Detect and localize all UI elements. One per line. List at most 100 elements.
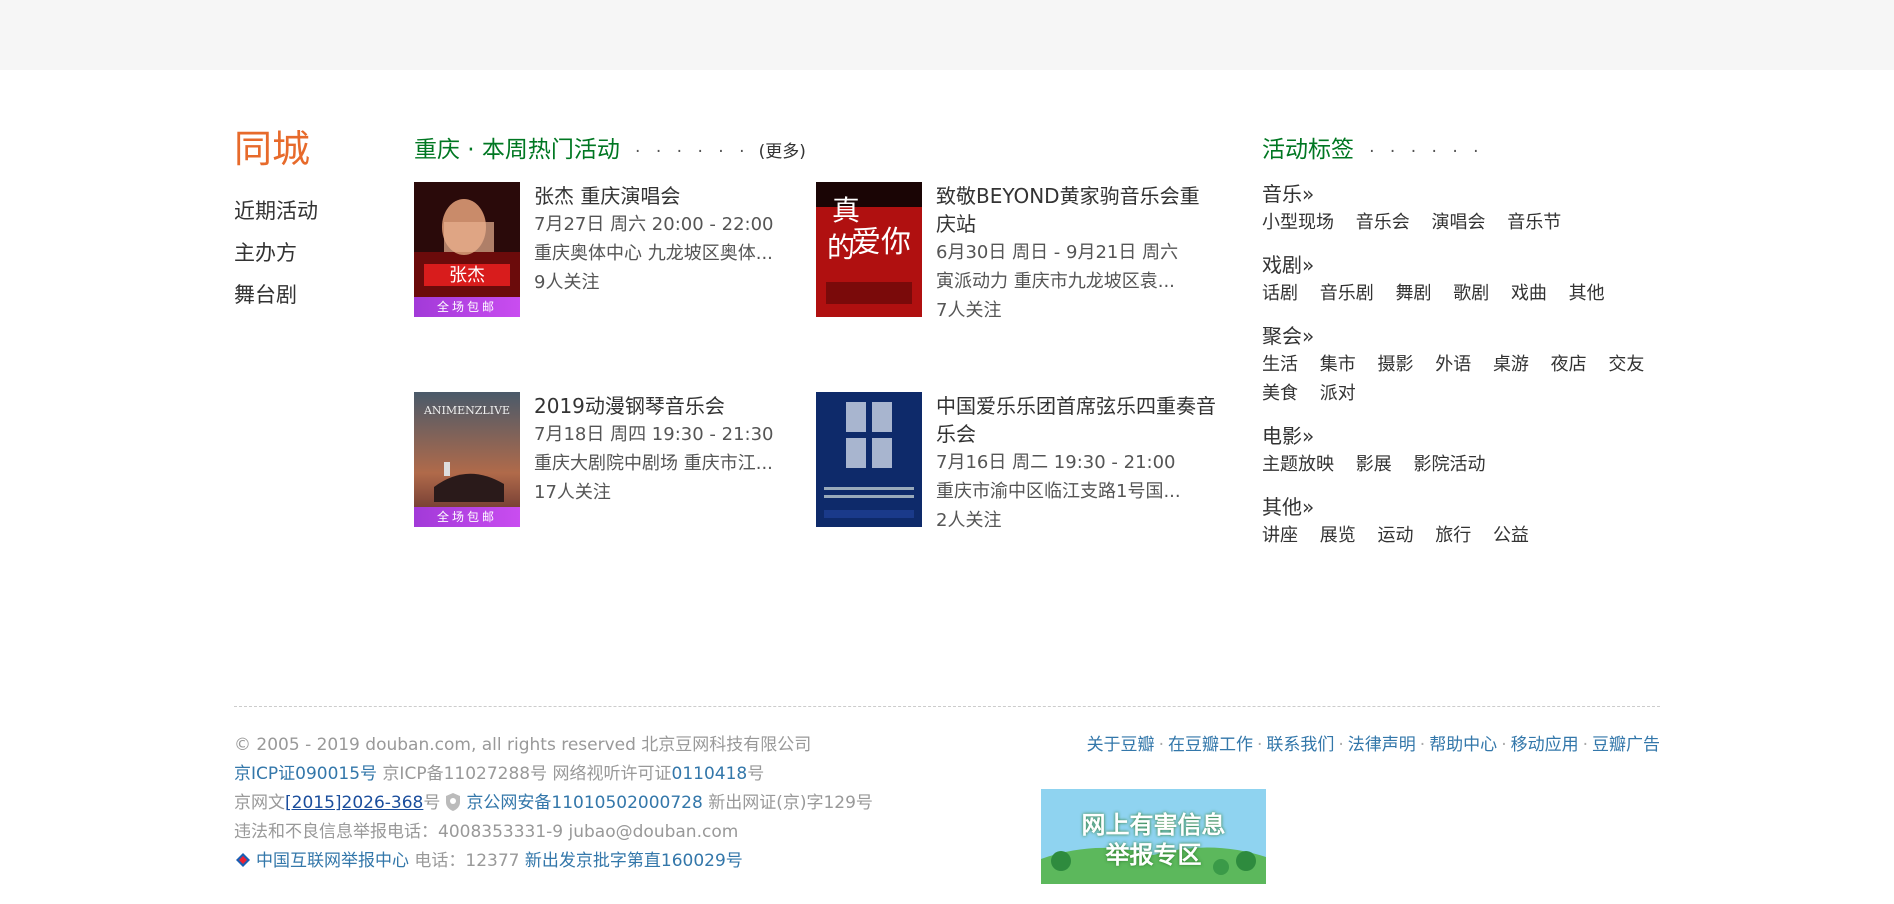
tag-link[interactable]: 夜店: [1551, 354, 1587, 375]
event-poster[interactable]: 张杰 全场包邮: [414, 182, 520, 317]
tag-group-title[interactable]: 聚会»: [1262, 322, 1662, 350]
tag-link[interactable]: 摄影: [1377, 354, 1413, 375]
event-location: 重庆市渝中区临江支路1号国...: [936, 481, 1181, 502]
tag-link[interactable]: 运动: [1377, 525, 1413, 546]
side-nav: 近期活动 主办方 舞台剧: [234, 190, 318, 316]
free-shipping-badge: 全场包邮: [414, 507, 520, 527]
center-phone: 电话：12377: [409, 851, 525, 871]
more-wrapper: (更多): [759, 142, 806, 162]
event-poster[interactable]: [816, 392, 922, 527]
jobs-link[interactable]: 在豆瓣工作: [1168, 735, 1253, 755]
event-info: 张杰 重庆演唱会 7月27日 周六 20:00 - 22:00 重庆奥体中心 九…: [534, 182, 814, 297]
tag-group-title[interactable]: 音乐»: [1262, 180, 1662, 208]
main-content: 同城 近期活动 主办方 舞台剧 重庆 · 本周热门活动 · · · · · · …: [234, 120, 1660, 640]
event-followers: 7人关注: [936, 300, 1002, 321]
event-time: 7月16日 周二 19:30 - 21:00: [936, 452, 1176, 473]
tag-list: 主题放映 影展 影院活动: [1262, 450, 1662, 479]
icp-text: 京ICP备11027288号 网络视听许可证: [377, 764, 672, 784]
about-link[interactable]: 关于豆瓣: [1087, 735, 1155, 755]
wen-prefix: 京网文: [234, 793, 285, 813]
tag-link[interactable]: 外语: [1435, 354, 1471, 375]
event-card: ANIMENZLIVE 全场包邮 2019动漫钢琴音乐会 7月18日 周四 19…: [414, 392, 814, 532]
tag-link[interactable]: 讲座: [1262, 525, 1298, 546]
event-location: 寅派动力 重庆市九龙坡区袁...: [936, 271, 1175, 292]
event-title[interactable]: 中国爱乐乐团首席弦乐四重奏音乐会: [936, 392, 1216, 448]
svg-text:真: 真: [832, 194, 860, 227]
wen-line: 京网文[2015]2026-368号 京公网安备11010502000728 新出…: [234, 789, 873, 818]
report-line: 违法和不良信息举报电话：4008353331-9 jubao@douban.co…: [234, 818, 873, 847]
police-badge-icon: [446, 793, 461, 811]
mobile-app-link[interactable]: 移动应用: [1511, 735, 1579, 755]
tag-group-drama: 戏剧» 话剧 音乐剧 舞剧 歌剧 戏曲 其他: [1262, 251, 1662, 308]
top-bar: [0, 0, 1894, 70]
nav-stage-drama[interactable]: 舞台剧: [234, 274, 318, 316]
icp-link[interactable]: 京ICP证090015号: [234, 764, 377, 784]
section-header: 重庆 · 本周热门活动 · · · · · · (更多): [414, 130, 806, 163]
poster-image: [816, 392, 922, 527]
tag-link[interactable]: 影展: [1356, 454, 1392, 475]
event-title[interactable]: 致敬BEYOND黄家驹音乐会重庆站: [936, 182, 1216, 238]
report-center-link[interactable]: 中国互联网举报中心: [256, 851, 409, 871]
police-link[interactable]: 京公网安备11010502000728: [466, 793, 702, 813]
xinchu2-link[interactable]: 新出发京批字第直160029号: [525, 851, 743, 871]
nav-recent-events[interactable]: 近期活动: [234, 190, 318, 232]
tag-link[interactable]: 歌剧: [1453, 283, 1489, 304]
svg-text:爱你: 爱你: [851, 225, 911, 260]
tag-list: 小型现场 音乐会 演唱会 音乐节: [1262, 208, 1662, 237]
tag-link[interactable]: 舞剧: [1395, 283, 1431, 304]
copyright: © 2005 - 2019 douban.com, all rights res…: [234, 735, 812, 755]
tag-link[interactable]: 其他: [1569, 283, 1605, 304]
tag-link[interactable]: 音乐剧: [1320, 283, 1374, 304]
tag-link[interactable]: 小型现场: [1262, 212, 1334, 233]
nav-organizers[interactable]: 主办方: [234, 232, 318, 274]
tag-link[interactable]: 音乐会: [1356, 212, 1410, 233]
harmful-info-report-banner[interactable]: 网上有害信息 举报专区: [1041, 789, 1266, 884]
footer-legal: © 2005 - 2019 douban.com, all rights res…: [234, 731, 873, 876]
separator: ·: [1338, 735, 1344, 755]
tag-link[interactable]: 话剧: [1262, 283, 1298, 304]
legal-link[interactable]: 法律声明: [1348, 735, 1416, 755]
title-dots: · · · · · ·: [1369, 142, 1484, 162]
tag-link[interactable]: 桌游: [1493, 354, 1529, 375]
tag-link[interactable]: 美食: [1262, 383, 1298, 404]
paren-close: ): [799, 142, 806, 162]
event-card: 中国爱乐乐团首席弦乐四重奏音乐会 7月16日 周二 19:30 - 21:00 …: [816, 392, 1216, 532]
tag-group-title[interactable]: 其他»: [1262, 493, 1662, 521]
tag-link[interactable]: 音乐节: [1507, 212, 1561, 233]
tag-link[interactable]: 主题放映: [1262, 454, 1334, 475]
report-phone: 违法和不良信息举报电话：4008353331-9: [234, 822, 569, 842]
tag-group-other: 其他» 讲座 展览 运动 旅行 公益: [1262, 493, 1662, 550]
help-link[interactable]: 帮助中心: [1429, 735, 1497, 755]
event-time: 6月30日 周日 - 9月21日 周六: [936, 242, 1179, 263]
ads-link[interactable]: 豆瓣广告: [1592, 735, 1660, 755]
event-poster[interactable]: ANIMENZLIVE 全场包邮: [414, 392, 520, 527]
tag-link[interactable]: 生活: [1262, 354, 1298, 375]
event-card: 真 的 爱你 致敬BEYOND黄家驹音乐会重庆站 6月30日 周日 - 9月21…: [816, 182, 1216, 322]
separator: ·: [1582, 735, 1588, 755]
wen-link[interactable]: [2015]2026-368: [285, 793, 423, 813]
footer-links: 关于豆瓣 · 在豆瓣工作 · 联系我们 · 法律声明 · 帮助中心 · 移动应用 · 豆瓣广告: [1087, 731, 1660, 760]
tag-link[interactable]: 集市: [1320, 354, 1356, 375]
tag-group-title[interactable]: 电影»: [1262, 422, 1662, 450]
center-line: 中国互联网举报中心 电话：12377 新出发京批字第直160029号: [234, 847, 873, 876]
tag-link[interactable]: 旅行: [1435, 525, 1471, 546]
tag-link[interactable]: 交友: [1608, 354, 1644, 375]
tag-link[interactable]: 展览: [1320, 525, 1356, 546]
tag-link[interactable]: 演唱会: [1431, 212, 1485, 233]
report-center-icon: [236, 853, 250, 867]
tag-link[interactable]: 公益: [1493, 525, 1529, 546]
event-title[interactable]: 2019动漫钢琴音乐会: [534, 392, 814, 420]
hao-text: 号: [747, 764, 765, 784]
tag-group-title[interactable]: 戏剧»: [1262, 251, 1662, 279]
event-title[interactable]: 张杰 重庆演唱会: [534, 182, 814, 210]
tag-group-music: 音乐» 小型现场 音乐会 演唱会 音乐节: [1262, 180, 1662, 237]
tag-link[interactable]: 影院活动: [1413, 454, 1485, 475]
tag-link[interactable]: 戏曲: [1511, 283, 1547, 304]
tag-list: 话剧 音乐剧 舞剧 歌剧 戏曲 其他: [1262, 279, 1662, 308]
tag-link[interactable]: 派对: [1320, 383, 1356, 404]
license-link[interactable]: 0110418: [672, 764, 748, 784]
event-poster[interactable]: 真 的 爱你: [816, 182, 922, 317]
more-link[interactable]: 更多: [765, 142, 799, 162]
contact-link[interactable]: 联系我们: [1266, 735, 1334, 755]
title-dots: · · · · · ·: [635, 142, 750, 162]
